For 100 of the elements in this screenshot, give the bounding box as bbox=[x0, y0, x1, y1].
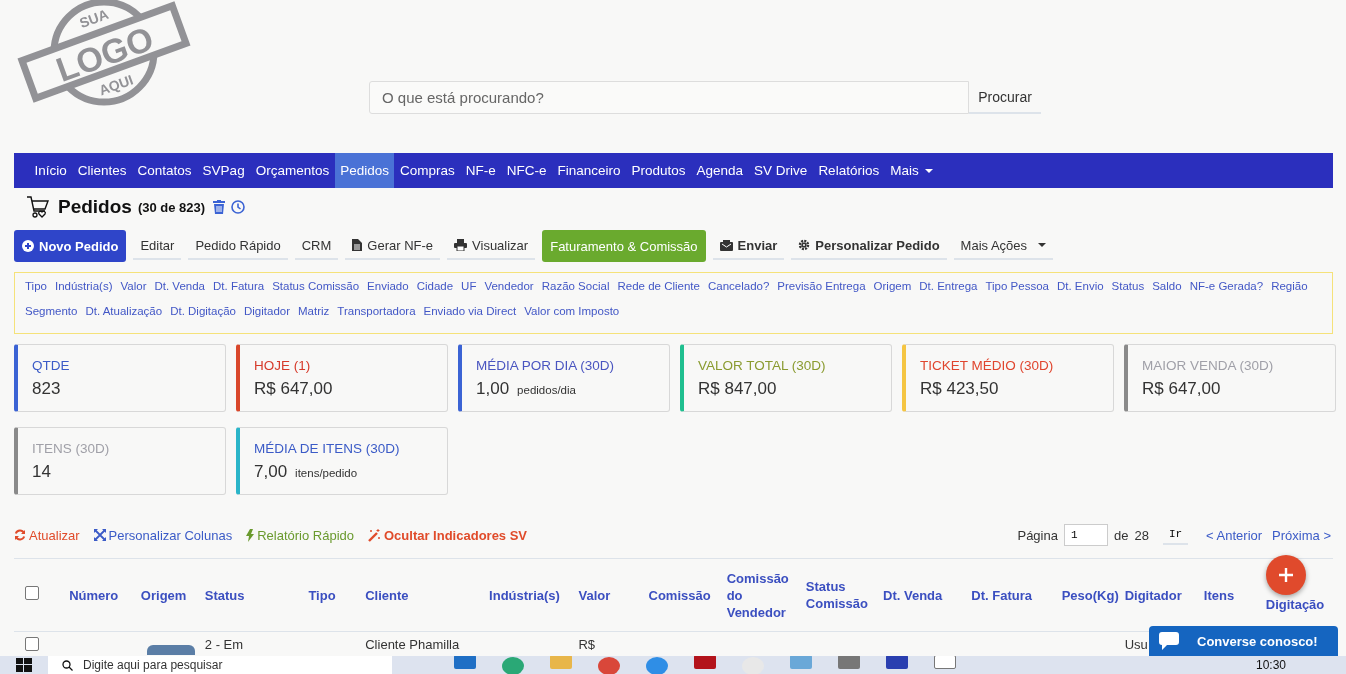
filter-link[interactable]: Dt. Venda bbox=[154, 280, 205, 292]
filter-link[interactable]: Rede de Cliente bbox=[617, 280, 700, 292]
page-of-label: de bbox=[1113, 527, 1129, 543]
nav-item[interactable]: Relatórios bbox=[812, 153, 885, 188]
tool-link[interactable]: Atualizar bbox=[14, 527, 80, 543]
clock: 10:30 bbox=[1255, 658, 1286, 672]
column-header[interactable]: Digitador bbox=[1124, 586, 1196, 604]
select-all-checkbox[interactable] bbox=[25, 586, 39, 600]
filter-link[interactable]: Digitador bbox=[244, 305, 291, 317]
filter-link[interactable]: Previsão Entrega bbox=[777, 280, 866, 292]
column-header[interactable]: Digitação bbox=[1265, 596, 1329, 613]
clock-icon[interactable] bbox=[231, 200, 246, 214]
column-header[interactable]: Peso(Kg) bbox=[1061, 586, 1117, 604]
filter-link[interactable]: Cidade bbox=[416, 280, 454, 292]
filter-link[interactable]: Segmento bbox=[25, 305, 78, 317]
filter-link[interactable]: Indústria(s) bbox=[54, 280, 113, 292]
column-header[interactable]: Origem bbox=[140, 586, 197, 604]
filter-link[interactable]: Saldo bbox=[1152, 280, 1182, 292]
filter-link[interactable]: Valor bbox=[120, 280, 147, 292]
filter-link[interactable]: Região bbox=[1271, 280, 1308, 292]
action-button[interactable]: Novo Pedido bbox=[14, 230, 127, 262]
row-checkbox[interactable] bbox=[25, 637, 39, 651]
column-header[interactable]: Tipo bbox=[308, 586, 358, 604]
trash-icon[interactable] bbox=[213, 200, 226, 214]
stat-label: MAIOR VENDA (30D) bbox=[1142, 358, 1275, 373]
filter-link[interactable]: Dt. Fatura bbox=[213, 280, 265, 292]
windows-icon[interactable] bbox=[16, 658, 32, 672]
gear-icon bbox=[798, 239, 811, 251]
go-button[interactable]: Ir bbox=[1162, 525, 1189, 545]
filter-link[interactable]: Dt. Entrega bbox=[919, 280, 978, 292]
filter-link[interactable]: Dt. Envio bbox=[1056, 280, 1104, 292]
record-count: (30 de 823) bbox=[137, 199, 206, 215]
filter-link[interactable]: NF-e Gerada? bbox=[1189, 280, 1264, 292]
filter-link[interactable]: Transportadora bbox=[337, 305, 416, 317]
column-header[interactable]: Valor bbox=[578, 586, 641, 604]
nav-item[interactable]: SVPag bbox=[197, 153, 251, 188]
action-button[interactable]: Editar bbox=[133, 232, 182, 260]
column-header[interactable]: Dt. Venda bbox=[883, 586, 964, 604]
filter-link[interactable]: Razão Social bbox=[541, 280, 610, 292]
filter-link[interactable]: Status Comissão bbox=[272, 280, 360, 292]
column-header[interactable]: Cliente bbox=[365, 586, 482, 604]
nav-item[interactable]: NF-e bbox=[460, 153, 502, 188]
search-button[interactable]: Procurar bbox=[969, 81, 1041, 114]
nav-item[interactable]: Clientes bbox=[72, 153, 133, 188]
action-button[interactable]: CRM bbox=[294, 232, 339, 260]
expand-icon bbox=[93, 529, 106, 541]
taskbar-search-field[interactable]: Digite aqui para pesquisar bbox=[48, 656, 392, 674]
nav-item[interactable]: Pedidos bbox=[334, 153, 395, 188]
action-button[interactable]: Enviar bbox=[712, 232, 785, 260]
nav-item[interactable]: Financeiro bbox=[552, 153, 626, 188]
stat-unit: itens/pedido bbox=[295, 467, 358, 479]
magic-wand-icon bbox=[368, 528, 381, 542]
filter-link[interactable]: Status bbox=[1111, 280, 1145, 292]
filter-link[interactable]: Dt. Digitação bbox=[170, 305, 236, 317]
column-header[interactable]: Número bbox=[54, 586, 133, 604]
search-field[interactable]: O que está procurando? bbox=[369, 81, 969, 114]
page-field[interactable]: 1 bbox=[1063, 524, 1108, 546]
filter-link[interactable]: Enviado via Direct bbox=[423, 305, 517, 317]
stat-label: VALOR TOTAL (30D) bbox=[698, 358, 827, 373]
stat-label: QTDE bbox=[32, 358, 71, 373]
action-button[interactable]: Visualizar bbox=[447, 232, 536, 260]
nav-item[interactable]: Início bbox=[29, 153, 73, 188]
column-header[interactable]: Comissão bbox=[648, 586, 719, 604]
nav-item[interactable]: SV Drive bbox=[748, 153, 813, 188]
filter-link[interactable]: Enviado bbox=[367, 280, 409, 292]
action-button[interactable]: Gerar NF-e bbox=[345, 232, 441, 260]
chat-button[interactable]: Converse conosco! bbox=[1149, 626, 1338, 656]
column-header[interactable]: Itens bbox=[1203, 586, 1258, 604]
filter-link[interactable]: Vendedor bbox=[484, 280, 534, 292]
column-header[interactable]: Status Comissão bbox=[805, 578, 875, 612]
filter-link[interactable]: Matriz bbox=[298, 305, 330, 317]
column-header[interactable]: Comissão do Vendedor bbox=[726, 569, 798, 621]
plus-circle-icon bbox=[22, 240, 34, 252]
filter-link[interactable]: Tipo bbox=[25, 280, 47, 292]
action-button[interactable]: Mais Ações bbox=[953, 232, 1054, 260]
envelope-icon bbox=[719, 239, 733, 251]
nav-item[interactable]: Contatos bbox=[132, 153, 198, 188]
nav-item[interactable]: Compras bbox=[394, 153, 461, 188]
tool-link[interactable]: Personalizar Colunas bbox=[93, 527, 233, 543]
column-header[interactable]: Dt. Fatura bbox=[971, 586, 1054, 604]
nav-item[interactable]: Agenda bbox=[691, 153, 749, 188]
nav-item[interactable]: Produtos bbox=[626, 153, 692, 188]
tool-link[interactable]: Ocultar Indicadores SV bbox=[368, 527, 528, 543]
column-header[interactable]: Indústria(s) bbox=[489, 586, 571, 604]
action-button[interactable]: Personalizar Pedido bbox=[791, 232, 947, 260]
filter-link[interactable]: UF bbox=[461, 280, 477, 292]
nav-item[interactable]: Mais bbox=[884, 153, 939, 188]
tool-link[interactable]: Relatório Rápido bbox=[246, 527, 354, 543]
filter-link[interactable]: Origem bbox=[873, 280, 912, 292]
filter-link[interactable]: Cancelado? bbox=[707, 280, 770, 292]
nav-item[interactable]: Orçamentos bbox=[250, 153, 335, 188]
filter-link[interactable]: Valor com Imposto bbox=[524, 305, 620, 317]
filter-link[interactable]: Dt. Atualização bbox=[85, 305, 163, 317]
next-link[interactable]: Próxima > bbox=[1272, 527, 1331, 543]
nav-item[interactable]: NFC-e bbox=[501, 153, 552, 188]
add-button[interactable] bbox=[1266, 555, 1306, 595]
previous-link[interactable]: < Anterior bbox=[1206, 527, 1263, 543]
filter-link[interactable]: Tipo Pessoa bbox=[985, 280, 1049, 292]
column-header[interactable]: Status bbox=[204, 586, 301, 604]
action-button[interactable]: Pedido Rápido bbox=[188, 232, 288, 260]
